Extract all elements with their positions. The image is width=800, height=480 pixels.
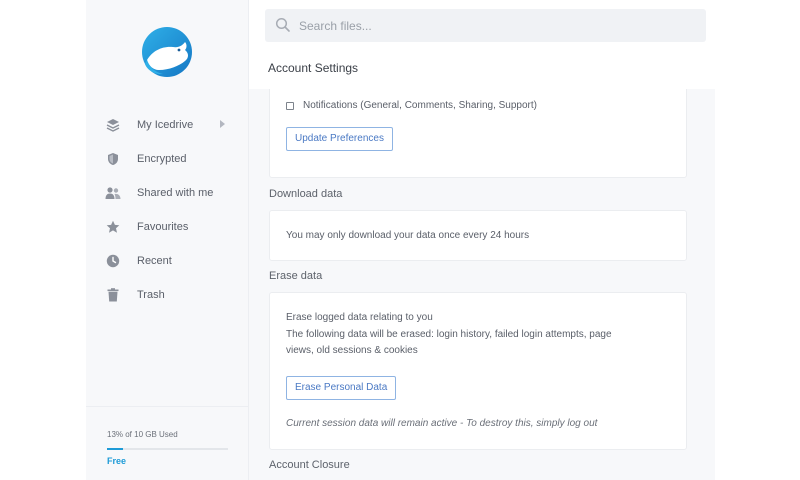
search-icon bbox=[275, 17, 290, 32]
sidebar-item-label: Recent bbox=[137, 255, 172, 267]
sidebar-item-shared[interactable]: Shared with me bbox=[86, 176, 249, 210]
sidebar-item-trash[interactable]: Trash bbox=[86, 278, 249, 312]
storage-progress-bar bbox=[107, 448, 228, 450]
sidebar-item-encrypted[interactable]: Encrypted bbox=[86, 142, 249, 176]
page-title: Account Settings bbox=[268, 61, 359, 75]
sidebar: My Icedrive Encrypted Shared with me Fav… bbox=[86, 0, 249, 480]
settings-content: Notifications (General, Comments, Sharin… bbox=[249, 89, 715, 480]
main-panel: Account Settings Notifications (General,… bbox=[249, 0, 715, 480]
app-window: My Icedrive Encrypted Shared with me Fav… bbox=[0, 0, 800, 480]
sidebar-item-label: Favourites bbox=[137, 221, 189, 233]
sidebar-item-my-icedrive[interactable]: My Icedrive bbox=[86, 108, 249, 142]
clock-icon bbox=[105, 253, 121, 269]
erase-line-2: The following data will be erased: login… bbox=[286, 329, 612, 340]
download-card: You may only download your data once eve… bbox=[269, 210, 687, 261]
shield-icon bbox=[105, 151, 121, 167]
notifications-label: Notifications (General, Comments, Sharin… bbox=[303, 100, 537, 111]
chevron-right-icon[interactable] bbox=[220, 120, 225, 128]
search-bar bbox=[265, 9, 706, 42]
update-preferences-button[interactable]: Update Preferences bbox=[286, 127, 393, 151]
layers-icon bbox=[105, 117, 121, 133]
polar-bear-logo[interactable] bbox=[139, 26, 195, 78]
storage-panel: 13% of 10 GB Used Free bbox=[86, 406, 249, 480]
erase-section-title: Erase data bbox=[269, 270, 323, 282]
search-input[interactable] bbox=[299, 9, 689, 42]
storage-usage-text: 13% of 10 GB Used bbox=[107, 430, 178, 439]
erase-personal-data-button[interactable]: Erase Personal Data bbox=[286, 376, 397, 400]
sidebar-item-favourites[interactable]: Favourites bbox=[86, 210, 249, 244]
sidebar-item-label: Trash bbox=[137, 289, 165, 301]
sidebar-item-label: Encrypted bbox=[137, 153, 187, 165]
download-info-text: You may only download your data once eve… bbox=[286, 230, 530, 241]
erase-session-note: Current session data will remain active … bbox=[286, 418, 598, 429]
erase-line-3: views, old sessions & cookies bbox=[286, 345, 418, 356]
sidebar-item-label: My Icedrive bbox=[137, 119, 194, 131]
closure-section-title: Account Closure bbox=[269, 459, 350, 471]
erase-card: Erase logged data relating to you The fo… bbox=[269, 292, 687, 450]
erase-line-1: Erase logged data relating to you bbox=[286, 312, 433, 323]
trash-icon bbox=[105, 287, 121, 303]
star-icon bbox=[105, 219, 121, 235]
sidebar-item-recent[interactable]: Recent bbox=[86, 244, 249, 278]
storage-plan-link[interactable]: Free bbox=[107, 456, 126, 466]
users-icon bbox=[105, 185, 121, 201]
notifications-card: Notifications (General, Comments, Sharin… bbox=[269, 89, 687, 178]
download-section-title: Download data bbox=[269, 188, 343, 200]
sidebar-nav: My Icedrive Encrypted Shared with me Fav… bbox=[86, 108, 249, 312]
storage-progress-fill bbox=[107, 448, 123, 450]
sidebar-item-label: Shared with me bbox=[137, 187, 214, 199]
notifications-checkbox[interactable] bbox=[286, 102, 294, 110]
